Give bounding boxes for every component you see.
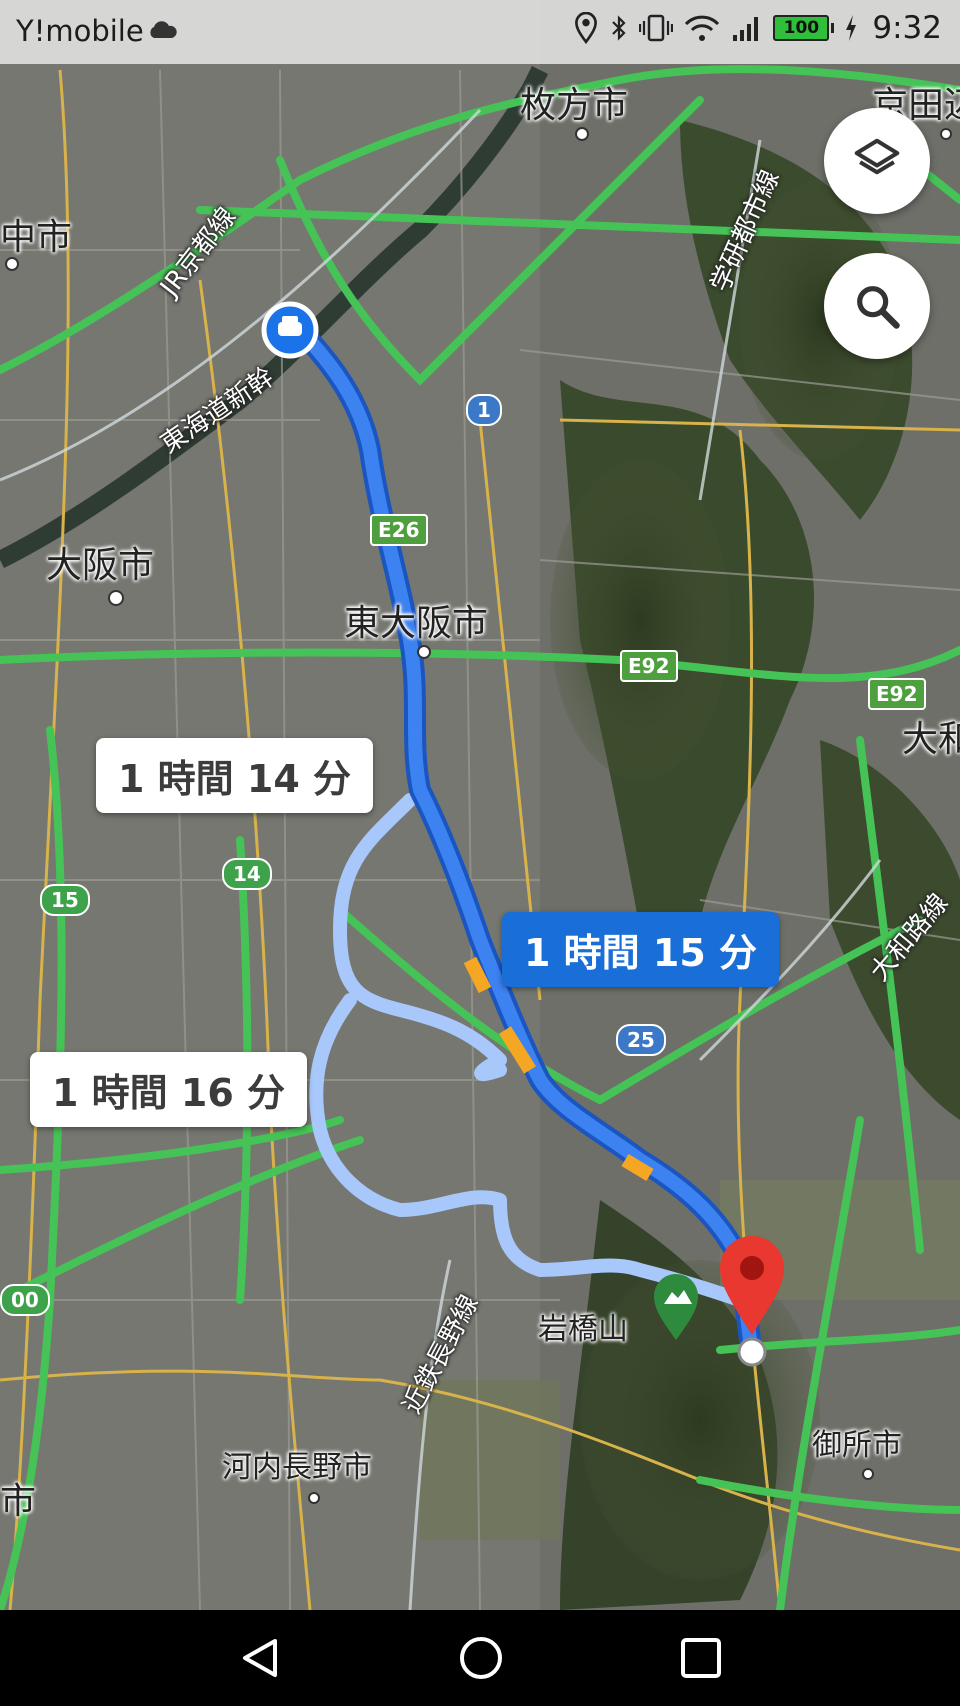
map-view[interactable]: 枚方市 京田辺 中市 大阪市 東大阪市 大和 岩橋山 河内長野市 御所市 市 J… [0,0,960,1610]
place-label-toyonaka: 中市 [0,217,73,258]
route-time-alt-2[interactable]: 1 時間 16 分 [30,1052,308,1127]
place-label-osaka: 大阪市 [46,545,155,586]
location-icon [575,12,598,44]
status-bar: Y!mobile 100 9:32 [0,0,960,64]
battery-tip [831,23,835,33]
road-shield-e92-east: E92 [868,678,926,710]
layers-icon [854,138,900,175]
place-label-iwahashi: 岩橋山 [538,1312,628,1347]
road-shield-e26: E26 [370,514,428,546]
wifi-icon [685,15,720,41]
clock: 9:32 [872,10,942,46]
search-icon [857,286,900,329]
place-label-left-edge: 市 [0,1481,37,1522]
route-time-selected[interactable]: 1 時間 15 分 [502,912,780,987]
road-shield-route-25: 25 [616,1024,666,1056]
home-icon[interactable] [458,1635,504,1681]
screen: 枚方市 京田辺 中市 大阪市 東大阪市 大和 岩橋山 河内長野市 御所市 市 J… [0,0,960,1706]
road-shield-route-1: 1 [466,394,502,426]
bluetooth-icon [612,15,626,41]
recents-icon[interactable] [679,1636,723,1680]
carrier-label: Y!mobile [16,14,144,48]
search-button[interactable] [824,253,930,359]
vibrate-icon [639,14,674,42]
route-time-alt-1[interactable]: 1 時間 14 分 [96,738,374,813]
place-label-kawachinagano: 河内長野市 [222,1450,372,1485]
cloud-icon [150,21,177,38]
place-label-hirakata: 枚方市 [520,85,629,126]
road-shield-route-14: 14 [222,858,272,890]
layers-button[interactable] [824,108,930,214]
road-shield-left-edge: 00 [0,1284,50,1316]
back-icon[interactable] [237,1635,283,1681]
battery-icon: 100 [773,15,830,41]
navigation-bar [0,1610,960,1706]
road-shield-e92: E92 [620,650,678,682]
place-label-gose: 御所市 [812,1428,902,1463]
charging-icon [846,15,857,41]
road-shield-route-15: 15 [40,884,90,916]
place-label-yamato: 大和 [902,719,960,760]
signal-icon [733,17,759,41]
place-label-higashiosaka: 東大阪市 [344,603,489,644]
status-icons: 100 9:32 [573,10,942,46]
